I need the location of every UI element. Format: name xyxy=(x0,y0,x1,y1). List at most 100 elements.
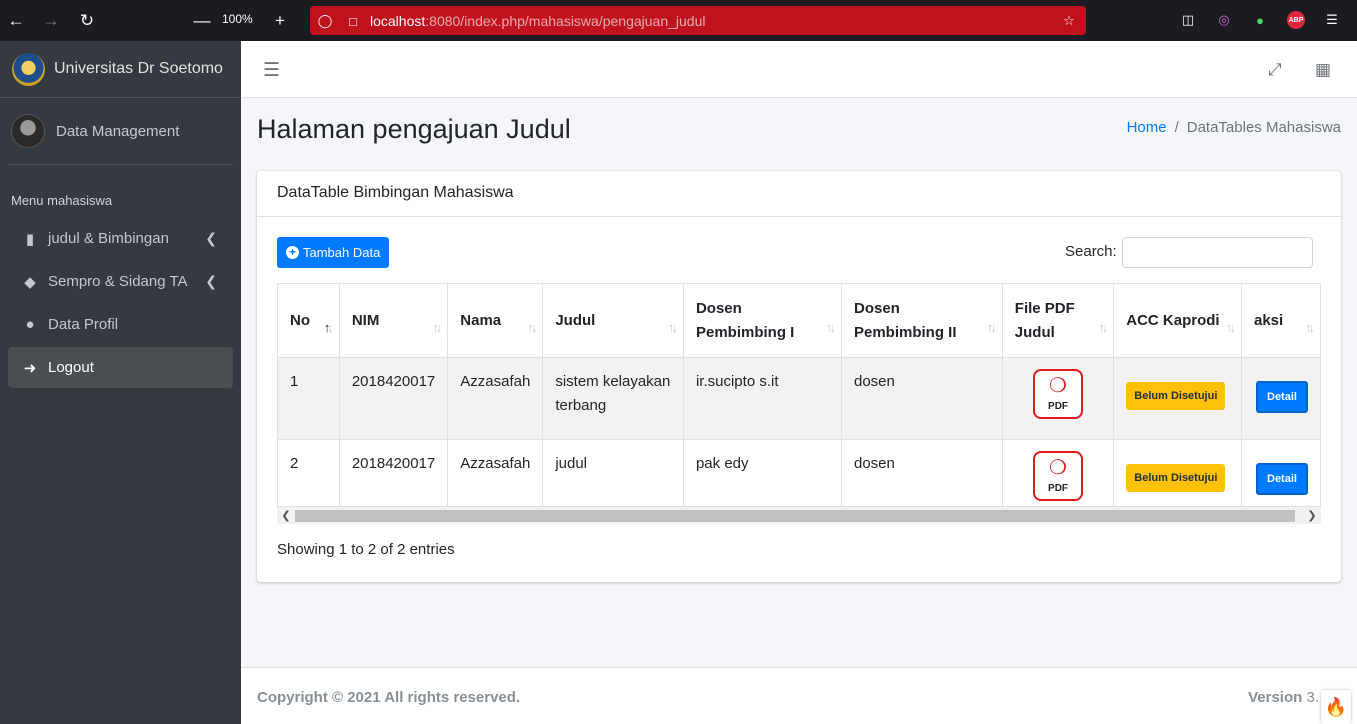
zoom-level[interactable]: 100% xyxy=(222,12,253,26)
data-table: No ↑↓ NIM ↑↓ Nama ↑↓ Judul ↑↓ Dosen Pembimbi… xyxy=(277,283,1321,522)
table-scroll-container: No ↑↓ NIM ↑↓ Nama ↑↓ Judul ↑↓ Dosen Pembimbi… xyxy=(277,283,1321,524)
add-data-button[interactable]: + Tambah Data xyxy=(277,237,390,268)
codeigniter-flame-icon[interactable]: 🔥 xyxy=(1321,690,1351,724)
breadcrumb: Home / DataTables Mahasiswa xyxy=(1127,119,1341,136)
cell-nim: 2018420017 xyxy=(338,357,449,440)
back-icon[interactable]: ← xyxy=(3,8,29,34)
sort-asc-icon: ↑↓ xyxy=(323,320,334,335)
brand-text: Universitas Dr Soetomo xyxy=(54,60,223,77)
sidebar-item-sempro-sidang[interactable]: ◆ Sempro & Sidang TA ❮ xyxy=(8,261,233,302)
bookmark-star-icon[interactable]: ☆ xyxy=(1060,12,1078,30)
column-header-pdf[interactable]: File PDF Judul ↑↓ xyxy=(1001,283,1115,358)
breadcrumb-separator: / xyxy=(1174,119,1179,136)
scroll-right-icon[interactable]: ❯ xyxy=(1303,507,1321,525)
scroll-left-icon[interactable]: ❮ xyxy=(277,507,295,525)
page-icon: □ xyxy=(349,13,357,29)
column-header-nim[interactable]: NIM ↑↓ xyxy=(338,283,449,358)
top-navbar: ☰ ⤢ ▦ xyxy=(241,41,1357,98)
scrollbar-thumb[interactable] xyxy=(295,510,1295,522)
user-icon: ● xyxy=(25,316,35,333)
cell-nama: Azzasafah xyxy=(447,357,544,440)
extension-icon[interactable]: ● xyxy=(1251,11,1269,29)
table-row: 1 2018420017 Azzasafah sistem kelayakan … xyxy=(277,357,1321,440)
search-input[interactable] xyxy=(1122,237,1313,268)
chevron-left-icon: ❮ xyxy=(205,273,217,289)
sort-icon: ↑↓ xyxy=(432,320,442,335)
copyright-text: Copyright © 2021 All rights reserved. xyxy=(257,689,521,706)
shield-icon[interactable]: ◯ xyxy=(316,12,334,30)
sidebar-item-label: judul & Bimbingan xyxy=(48,230,169,247)
sidebar-item-label: Logout xyxy=(48,359,94,376)
cell-acc: Belum Disetujui xyxy=(1113,357,1242,440)
url-bar[interactable]: ◯ □ localhost:8080/index.php/mahasiswa/p… xyxy=(310,6,1086,35)
zoom-in-icon[interactable]: + xyxy=(267,8,293,34)
column-header-dosen2[interactable]: Dosen Pembimbing II ↑↓ xyxy=(840,283,1003,358)
add-data-label: Tambah Data xyxy=(303,245,381,260)
horizontal-scrollbar[interactable]: ❮ ❯ xyxy=(277,506,1321,524)
sort-icon: ↑↓ xyxy=(986,320,997,335)
hamburger-menu-icon[interactable]: ☰ xyxy=(263,59,280,82)
cell-dosen1: ir.sucipto s.it xyxy=(682,357,842,440)
column-header-aksi[interactable]: aksi ↑↓ xyxy=(1241,283,1321,358)
cell-dosen2: dosen xyxy=(840,357,1003,440)
cell-pdf: ❍ PDF xyxy=(1001,357,1115,440)
pdf-file-icon[interactable]: ❍ PDF xyxy=(1033,369,1084,419)
pdf-file-icon[interactable]: ❍ PDF xyxy=(1033,451,1084,501)
pocket-icon[interactable]: ◫ xyxy=(1179,11,1197,29)
column-header-nama[interactable]: Nama ↑↓ xyxy=(447,283,544,358)
status-badge: Belum Disetujui xyxy=(1126,464,1226,492)
sort-icon: ↑↓ xyxy=(667,320,678,335)
forward-icon[interactable]: → xyxy=(38,8,64,34)
cell-aksi: Detail xyxy=(1241,357,1321,440)
status-badge: Belum Disetujui xyxy=(1126,382,1226,410)
sidebar-item-data-profil[interactable]: ● Data Profil xyxy=(8,304,233,345)
column-header-judul[interactable]: Judul ↑↓ xyxy=(542,283,684,358)
cell-judul: sistem kelayakan terbang xyxy=(542,357,684,440)
breadcrumb-current: DataTables Mahasiswa xyxy=(1186,119,1341,136)
version-label: Version xyxy=(1248,689,1303,706)
zoom-out-icon[interactable]: — xyxy=(189,8,215,34)
cell-no: 1 xyxy=(277,357,340,440)
sidebar-item-judul-bimbingan[interactable]: ▮ judul & Bimbingan ❮ xyxy=(8,218,233,259)
column-header-dosen1[interactable]: Dosen Pembimbing I ↑↓ xyxy=(682,283,842,358)
grid-icon[interactable]: ▦ xyxy=(1315,60,1331,80)
sidebar-item-label: Sempro & Sidang TA xyxy=(48,273,188,290)
menu-header: Menu mahasiswa xyxy=(11,193,113,208)
university-logo xyxy=(12,52,45,86)
table-header-row: No ↑↓ NIM ↑↓ Nama ↑↓ Judul ↑↓ Dosen Pembimbi… xyxy=(277,283,1321,358)
plus-circle-icon: + xyxy=(286,246,299,259)
sort-icon: ↑↓ xyxy=(527,320,537,335)
sidebar-item-logout[interactable]: ➜ Logout xyxy=(8,347,233,388)
menu-icon[interactable]: ☰ xyxy=(1323,11,1341,29)
broadcast-icon[interactable]: ◎ xyxy=(1215,11,1233,29)
detail-button[interactable]: Detail xyxy=(1256,381,1308,413)
sort-icon: ↑↓ xyxy=(825,320,836,335)
page-title: Halaman pengajuan Judul xyxy=(257,114,571,144)
breadcrumb-home-link[interactable]: Home xyxy=(1127,119,1167,136)
detail-button[interactable]: Detail xyxy=(1256,463,1308,495)
column-header-no[interactable]: No ↑↓ xyxy=(277,283,340,358)
sort-icon: ↑↓ xyxy=(1305,320,1315,335)
adblock-icon[interactable]: ABP xyxy=(1287,11,1305,29)
footer: Copyright © 2021 All rights reserved. Ve… xyxy=(241,667,1357,724)
sort-icon: ↑↓ xyxy=(1098,320,1108,335)
book-icon: ▮ xyxy=(25,230,35,248)
version-value: 3. xyxy=(1306,689,1319,706)
url-text[interactable]: localhost:8080/index.php/mahasiswa/penga… xyxy=(370,13,705,29)
avatar xyxy=(11,114,45,148)
sign-out-icon: ➜ xyxy=(23,359,37,377)
sort-icon: ↑↓ xyxy=(1226,320,1236,335)
brand-link[interactable]: Universitas Dr Soetomo xyxy=(0,41,241,98)
column-header-acc[interactable]: ACC Kaprodi ↑↓ xyxy=(1113,283,1242,358)
version-text: Version 3. xyxy=(1248,689,1319,706)
fullscreen-icon[interactable]: ⤢ xyxy=(1268,60,1282,80)
sidebar: Universitas Dr Soetomo Data Management M… xyxy=(0,41,241,724)
search-label: Search: xyxy=(1065,243,1117,260)
table-info: Showing 1 to 2 of 2 entries xyxy=(277,541,455,558)
url-path: :8080/index.php/mahasiswa/pengajuan_judu… xyxy=(425,13,706,29)
card-title: DataTable Bimbingan Mahasiswa xyxy=(257,171,1341,217)
user-panel[interactable]: Data Management xyxy=(8,98,233,165)
chevron-left-icon: ❮ xyxy=(205,230,217,246)
reload-icon[interactable]: ↻ xyxy=(74,8,100,34)
datatable-card: DataTable Bimbingan Mahasiswa + Tambah D… xyxy=(257,171,1341,582)
